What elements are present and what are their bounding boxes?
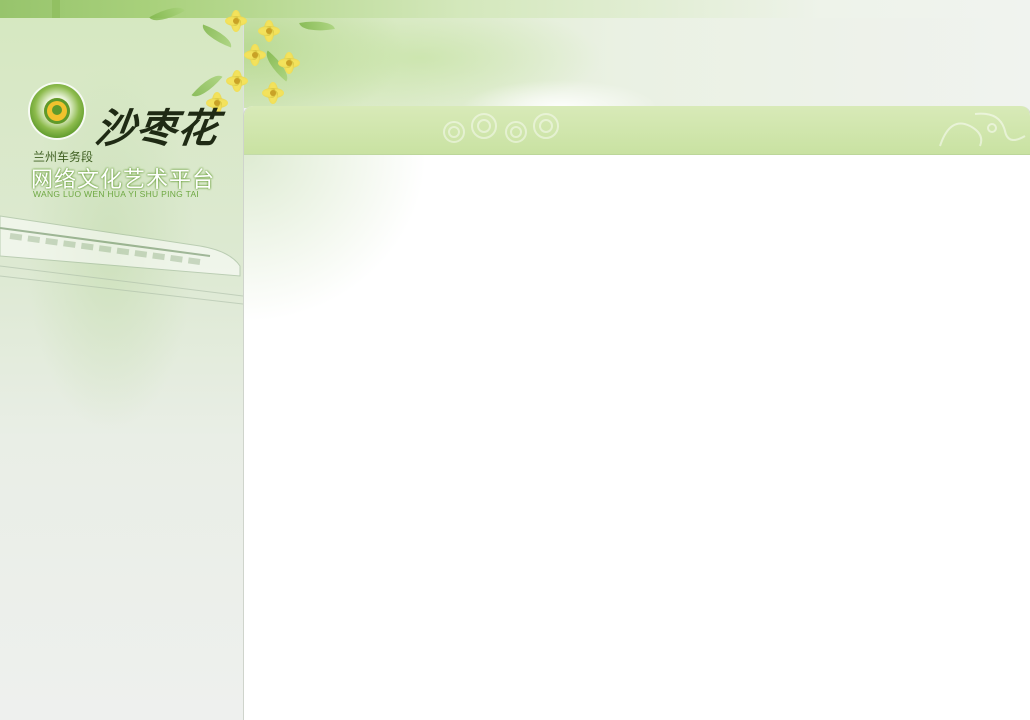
train-illustration — [0, 196, 243, 306]
train-icon — [0, 215, 243, 305]
cloud-swirl-icon — [443, 113, 559, 143]
emblem-center — [44, 98, 70, 124]
railway-emblem-icon — [30, 84, 84, 138]
panel-fade-decoration — [244, 154, 564, 454]
flower-icon — [225, 10, 247, 32]
main-content-panel — [243, 106, 1030, 720]
brand-calligraphy-title: 沙枣花 — [92, 105, 222, 152]
top-strip-accent — [52, 0, 60, 18]
phoenix-ornament-icon — [939, 112, 1026, 147]
flower-icon — [262, 82, 284, 104]
flower-icon — [244, 44, 266, 66]
flower-icon — [226, 70, 248, 92]
flower-icon — [258, 20, 280, 42]
panel-header — [244, 106, 1030, 155]
flower-icon — [278, 52, 300, 74]
